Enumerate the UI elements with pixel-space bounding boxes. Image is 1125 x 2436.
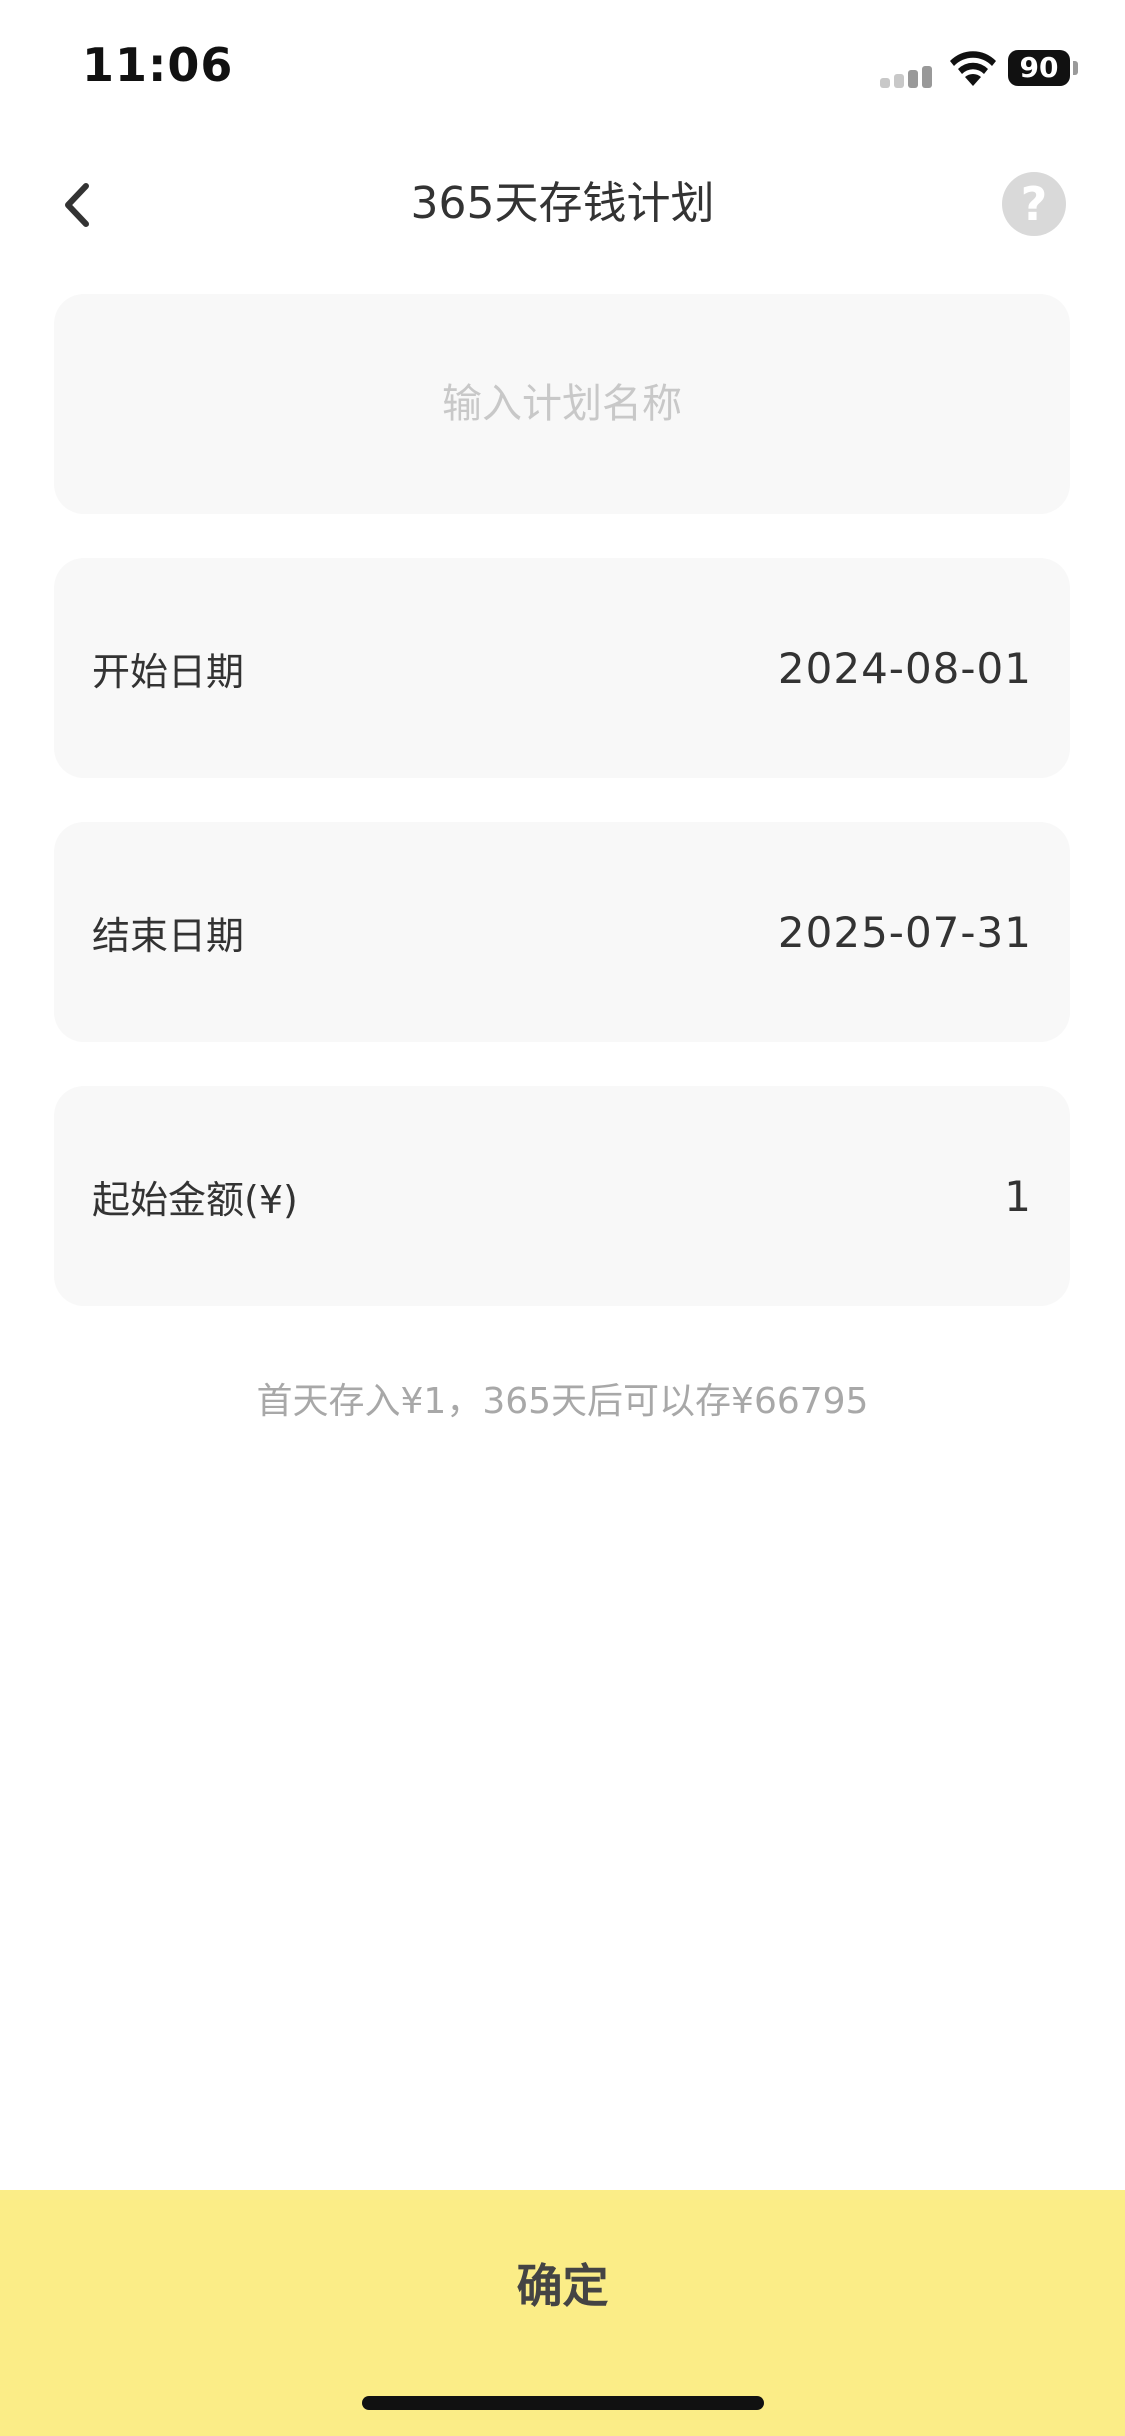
confirm-button[interactable]: 确定 — [0, 2190, 1125, 2436]
start-amount-label: 起始金额(¥) — [92, 1177, 298, 1222]
start-date-row[interactable]: 开始日期 2024-08-01 — [54, 558, 1070, 778]
battery-icon: 90 — [1008, 50, 1070, 86]
end-date-value: 2025-07-31 — [777, 907, 1032, 957]
start-amount-row[interactable]: 起始金额(¥) 1 — [54, 1086, 1070, 1306]
confirm-button-label: 确定 — [516, 2259, 609, 2313]
status-bar: 11:06 90 — [0, 0, 1125, 140]
page-title: 365天存钱计划 — [410, 178, 715, 229]
battery-cap — [1073, 61, 1078, 75]
end-date-row[interactable]: 结束日期 2025-07-31 — [54, 822, 1070, 1042]
start-date-value: 2024-08-01 — [777, 643, 1032, 693]
cellular-signal-icon — [880, 64, 936, 88]
status-time: 11:06 — [82, 38, 234, 92]
start-amount-value[interactable]: 1 — [1004, 1172, 1032, 1221]
home-indicator[interactable] — [362, 2396, 764, 2410]
plan-name-input[interactable] — [54, 294, 1070, 514]
question-mark-icon: ? — [1020, 177, 1048, 231]
plan-name-card — [54, 294, 1070, 514]
start-date-label: 开始日期 — [92, 649, 245, 694]
help-button[interactable]: ? — [1002, 172, 1066, 236]
end-date-label: 结束日期 — [92, 913, 245, 958]
savings-summary: 首天存入¥1，365天后可以存¥66795 — [256, 1381, 869, 1422]
wifi-icon — [948, 50, 998, 88]
battery-level: 90 — [1019, 51, 1059, 84]
